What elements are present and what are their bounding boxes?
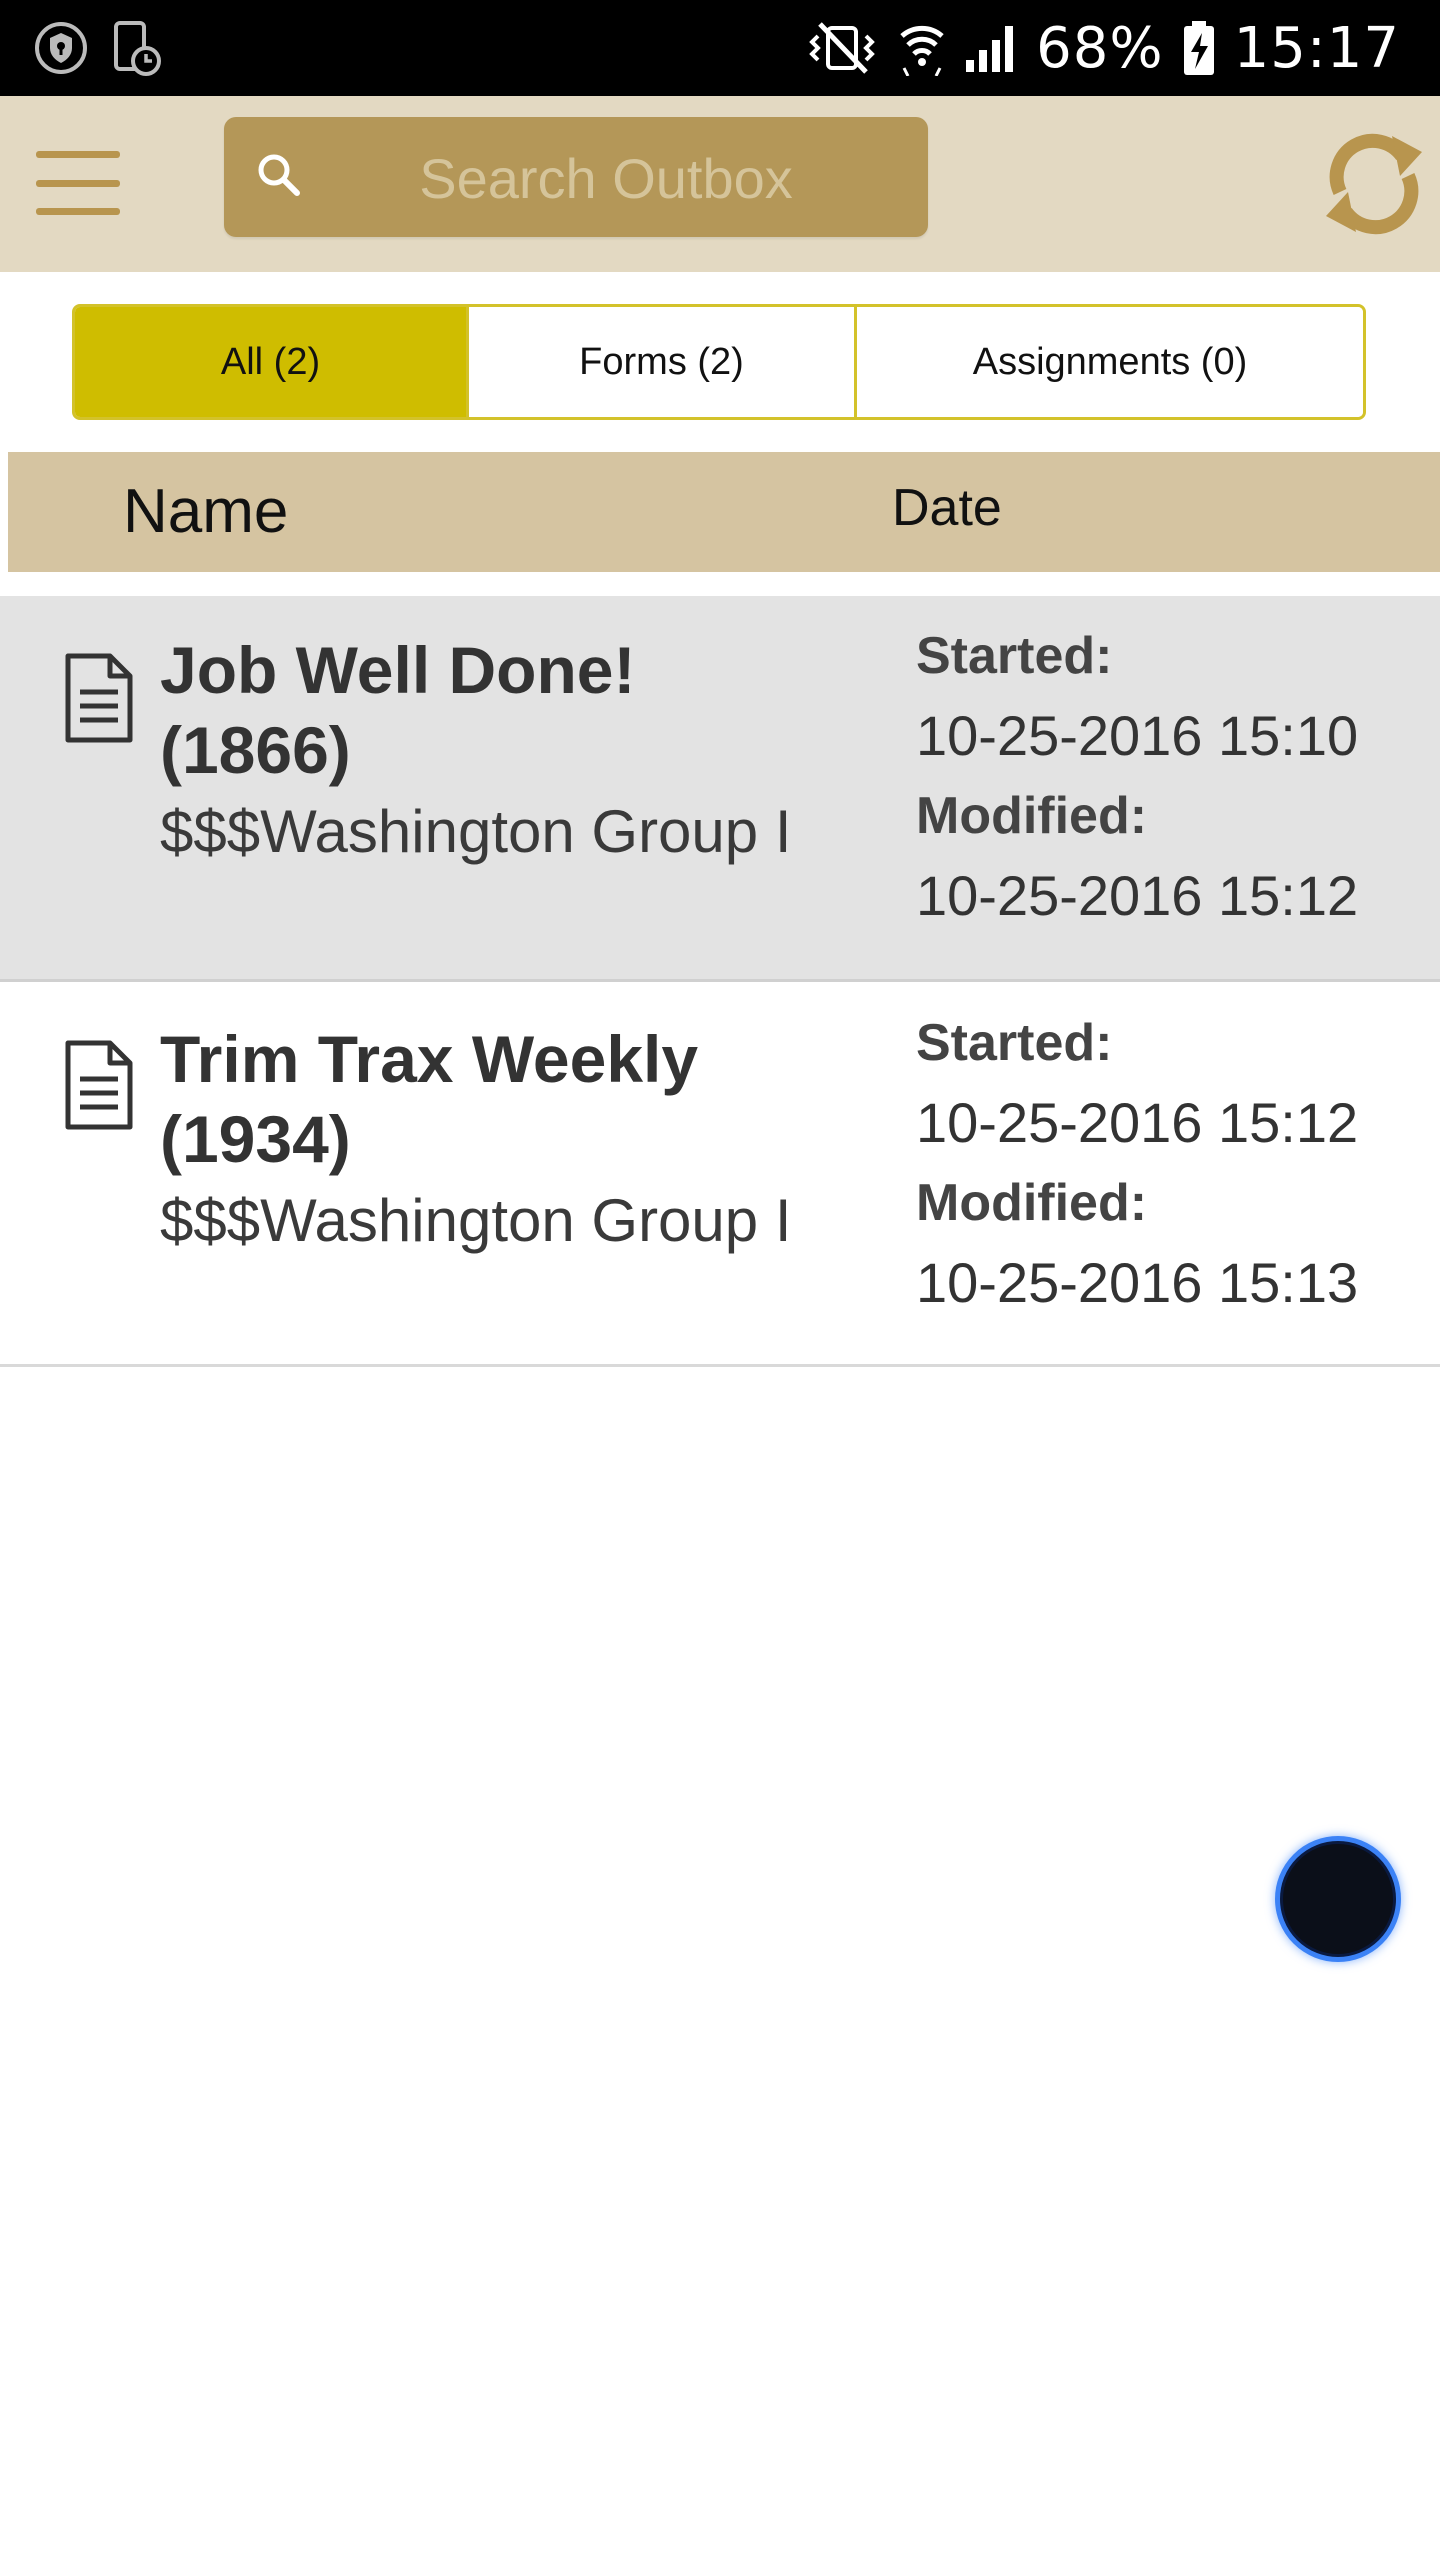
item-id: (1866) xyxy=(160,713,351,787)
document-icon xyxy=(64,652,134,744)
battery-percent: 68% xyxy=(1036,15,1164,81)
battery-charging-icon xyxy=(1182,19,1216,77)
wifi-icon xyxy=(898,20,946,76)
item-title: Job Well Done! (1866) xyxy=(160,630,860,790)
screen-time-icon xyxy=(110,19,164,77)
menu-bar-line xyxy=(36,179,120,187)
list-item[interactable]: Job Well Done! (1866) $$$Washington Grou… xyxy=(0,596,1440,982)
tab-forms[interactable]: Forms (2) xyxy=(466,307,854,417)
item-dates: Started: 10-25-2016 15:12 Modified: 10-2… xyxy=(916,1003,1436,1323)
search-icon xyxy=(254,150,304,200)
item-id: (1934) xyxy=(160,1102,351,1176)
item-subtitle: $$$Washington Group I xyxy=(160,798,792,865)
refresh-icon[interactable] xyxy=(1318,122,1430,246)
column-date-header[interactable]: Date xyxy=(892,452,1002,564)
modified-value: 10-25-2016 15:12 xyxy=(916,864,1359,927)
item-subtitle: $$$Washington Group I xyxy=(160,1187,792,1254)
tab-assignments[interactable]: Assignments (0) xyxy=(854,307,1363,417)
item-title: Trim Trax Weekly (1934) xyxy=(160,1019,860,1179)
vibrate-mute-icon xyxy=(804,20,880,76)
item-title-line: Trim Trax Weekly xyxy=(160,1022,699,1096)
status-bar-right: 68% 15:17 xyxy=(804,10,1400,86)
menu-bar-line xyxy=(36,151,120,158)
filter-tabs: All (2) Forms (2) Assignments (0) xyxy=(72,304,1366,420)
started-value: 10-25-2016 15:10 xyxy=(916,704,1359,767)
menu-bar-line xyxy=(36,208,120,215)
modified-value: 10-25-2016 15:13 xyxy=(916,1251,1359,1314)
modified-label: Modified: xyxy=(916,1174,1148,1232)
status-bar: 68% 15:17 xyxy=(0,0,1440,96)
started-label: Started: xyxy=(916,1014,1113,1072)
floating-action-button[interactable] xyxy=(1275,1836,1401,1962)
modified-label: Modified: xyxy=(916,787,1148,845)
clock: 15:17 xyxy=(1233,15,1400,81)
hamburger-menu-icon[interactable] xyxy=(36,151,120,215)
item-dates: Started: 10-25-2016 15:10 Modified: 10-2… xyxy=(916,616,1436,936)
tab-all[interactable]: All (2) xyxy=(75,307,466,417)
column-header: Name Date xyxy=(8,452,1440,572)
item-title-line: Job Well Done! xyxy=(160,633,636,707)
signal-icon xyxy=(964,22,1018,74)
app-bar xyxy=(0,96,1440,272)
status-bar-left xyxy=(34,14,164,82)
vpn-shield-icon xyxy=(34,21,88,75)
document-icon xyxy=(64,1039,134,1131)
column-name-header[interactable]: Name xyxy=(123,452,288,572)
search-box[interactable] xyxy=(224,117,928,239)
started-label: Started: xyxy=(916,627,1113,685)
started-value: 10-25-2016 15:12 xyxy=(916,1091,1359,1154)
list-item[interactable]: Trim Trax Weekly (1934) $$$Washington Gr… xyxy=(0,983,1440,1367)
search-input[interactable] xyxy=(304,117,908,239)
